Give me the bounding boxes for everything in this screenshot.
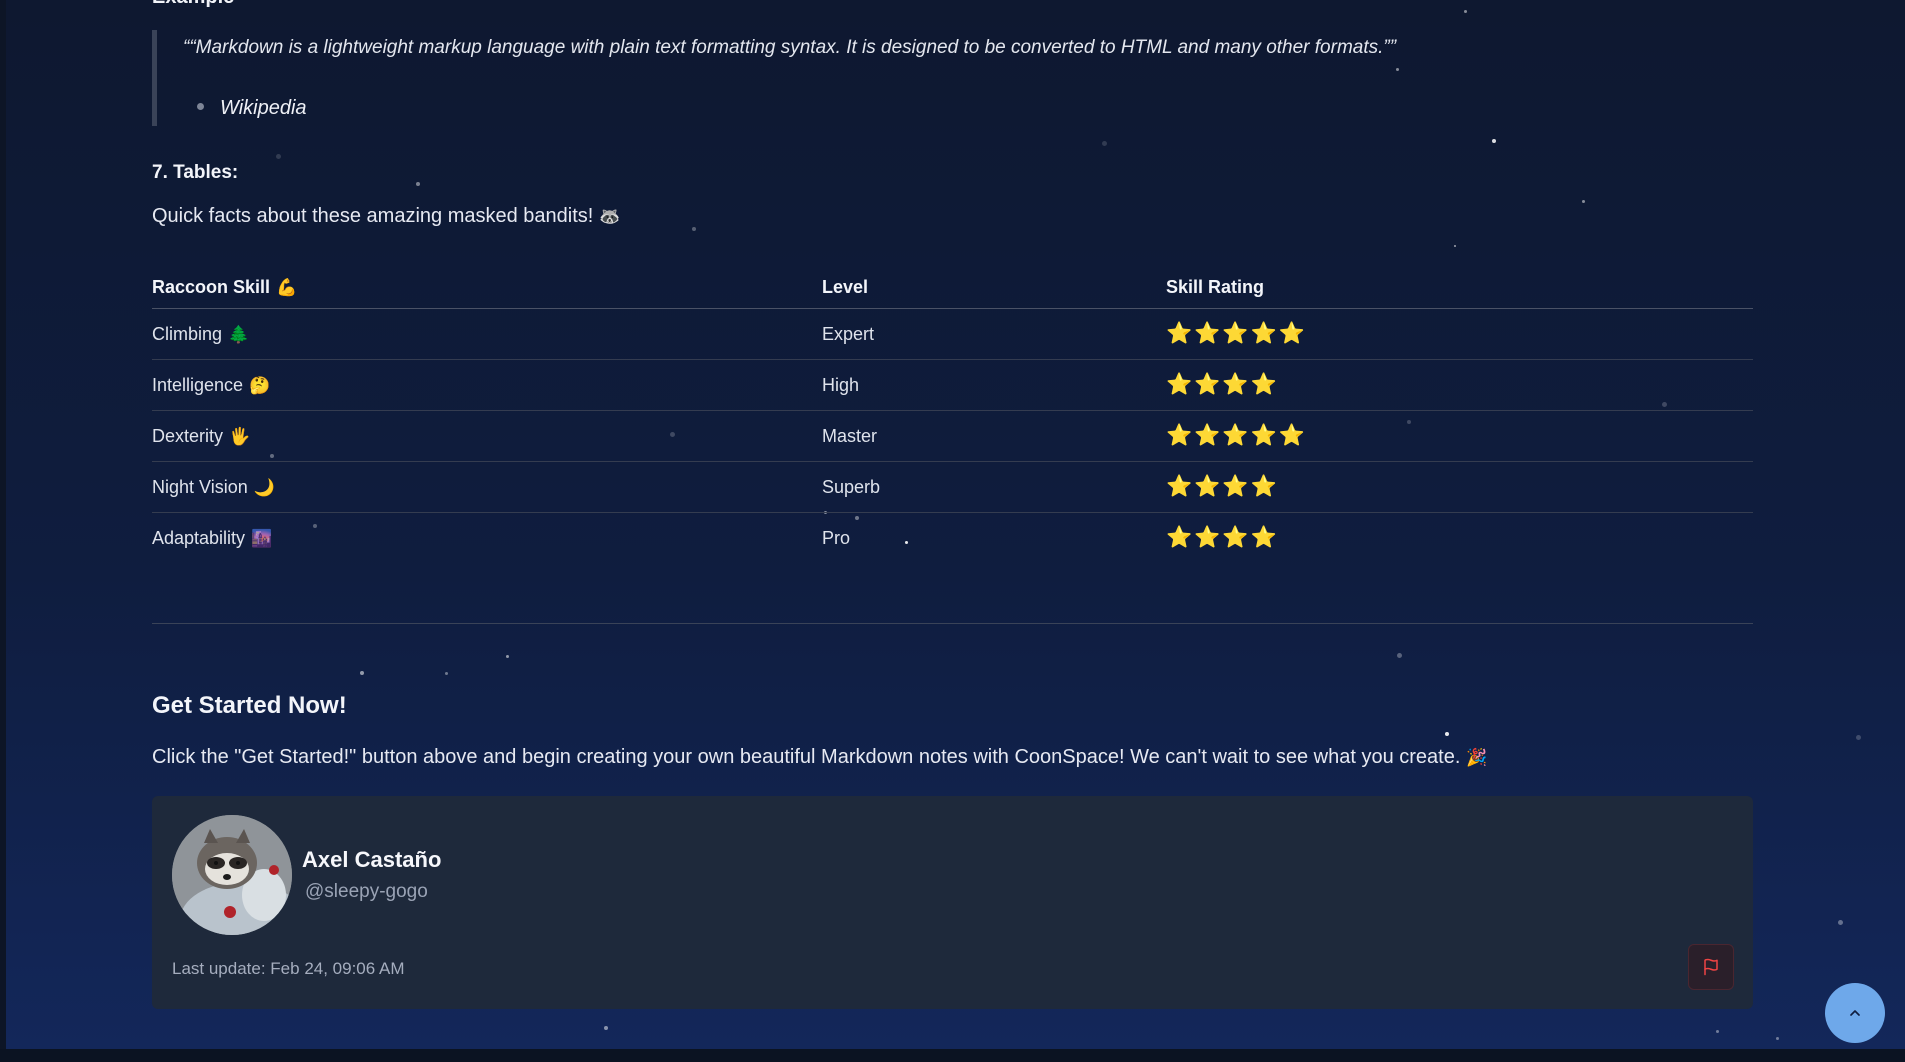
background-star [1445,732,1449,736]
skill-cell: Adaptability 🌆 [152,527,273,548]
level-cell: High [822,359,1166,411]
background-star [1582,200,1585,203]
table-header-row: Raccoon Skill 💪 Level Skill Rating [152,266,1753,309]
raccoon-avatar-icon [172,815,292,935]
flag-icon [1704,958,1718,976]
get-started-paragraph: Click the "Get Started!" button above an… [152,746,1461,768]
author-card: Axel Castaño @sleepy-gogo Last update: F… [152,796,1753,1009]
skill-cell: Night Vision 🌙 [152,461,822,513]
get-started-text: Click the "Get Started!" button above an… [152,746,1488,769]
table-row: Climbing 🌲 Expert ⭐⭐⭐⭐⭐ [152,308,1753,360]
party-popper-icon: 🎉 [1466,748,1488,767]
background-star [604,1026,608,1030]
bottom-strip [0,1049,1905,1062]
level-cell: Pro [822,527,851,548]
background-star [1397,653,1402,658]
rating-stars: ⭐⭐⭐⭐⭐ [1166,410,1753,462]
partial-heading: Example [152,0,234,9]
tables-heading: 7. Tables: [152,162,239,183]
table-row: Dexterity 🖐 Master ⭐⭐⭐⭐⭐ [152,410,1753,462]
quote-text: ““Markdown is a lightweight markup langu… [183,37,1397,58]
column-header-rating: Skill Rating [1166,266,1753,309]
table-row: Adaptability 🌆 Pro ⭐⭐⭐⭐ [152,513,1753,564]
blockquote: ““Markdown is a lightweight markup langu… [152,30,1657,126]
crescent-moon-icon: 🌙 [253,477,275,497]
background-star [1716,1030,1719,1033]
raised-hand-icon: 🖐 [229,426,251,446]
section-divider [152,623,1753,624]
background-star [1838,920,1843,925]
tables-intro: Quick facts about these amazing masked b… [152,205,621,228]
author-name[interactable]: Axel Castaño [302,847,441,873]
skill-cell: Intelligence 🤔 [152,359,822,411]
skills-table: Raccoon Skill 💪 Level Skill Rating Climbi… [152,266,1753,563]
level-cell: Master [822,410,1166,462]
quote-attribution: Wikipedia [197,97,307,120]
level-cell: Expert [822,308,1166,360]
tables-intro-text: Quick facts about these amazing masked b… [152,205,594,227]
rating-stars: ⭐⭐⭐⭐ [1166,461,1753,513]
background-star [1492,139,1496,143]
quote-attribution-text: Wikipedia [220,97,307,119]
background-star [1454,245,1456,247]
bullet-icon [197,103,204,111]
chevron-up-icon [1850,1010,1860,1016]
table-row: Night Vision 🌙 Superb ⭐⭐⭐⭐ [152,461,1753,513]
background-star [445,672,448,675]
scroll-to-top-button[interactable] [1825,983,1885,1043]
author-handle[interactable]: @sleepy-gogo [305,881,428,903]
flexed-biceps-icon: 💪 [276,277,298,297]
background-star [692,227,696,231]
background-star [506,655,509,658]
get-started-heading: Get Started Now! [152,692,347,719]
raccoon-emoji-icon: 🦝 [599,207,621,226]
tree-icon: 🌲 [228,324,250,344]
column-header-level: Level [822,266,1166,309]
table-row: Intelligence 🤔 High ⭐⭐⭐⭐ [152,359,1753,411]
report-button[interactable] [1688,944,1734,990]
column-header-skill: Raccoon Skill 💪 [152,266,822,309]
background-star [1856,735,1861,740]
avatar[interactable] [172,815,292,935]
background-star [1464,10,1467,13]
skill-cell: Dexterity 🖐 [152,410,822,462]
background-star [1776,1037,1779,1040]
cityscape-icon: 🌆 [251,528,273,548]
rating-stars: ⭐⭐⭐⭐⭐ [1166,308,1753,360]
background-star [360,671,364,675]
skill-cell: Climbing 🌲 [152,308,822,360]
last-update: Last update: Feb 24, 09:06 AM [172,959,405,978]
rating-stars: ⭐⭐⭐⭐ [1166,359,1753,411]
background-star [276,154,281,159]
background-star [416,182,420,186]
thinking-face-icon: 🤔 [249,375,271,395]
background-star [1102,141,1107,146]
rating-stars: ⭐⭐⭐⭐ [1166,526,1279,549]
level-cell: Superb [822,461,1166,513]
